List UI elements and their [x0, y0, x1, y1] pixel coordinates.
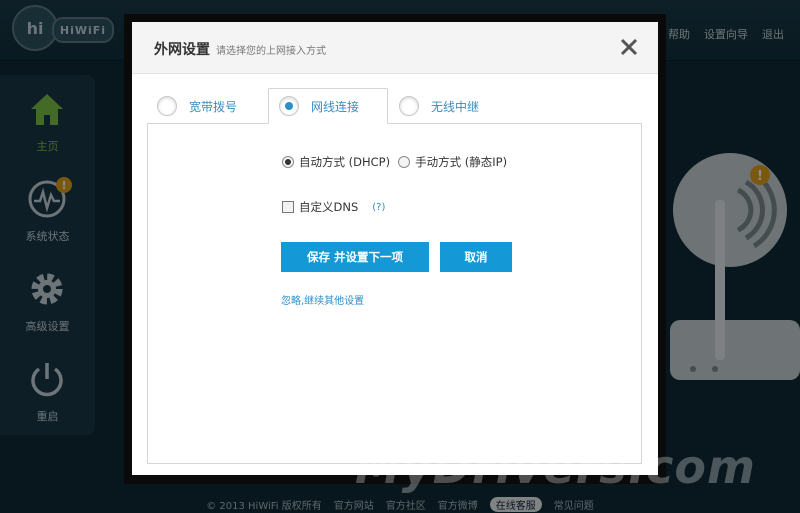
- tab-label: 无线中继: [431, 99, 480, 114]
- radio-icon: [399, 96, 419, 116]
- static-ip-label: 手动方式 (静态IP): [415, 155, 508, 169]
- radio-selected-icon: [279, 96, 299, 116]
- tab-cable[interactable]: 网线连接: [268, 88, 388, 124]
- dhcp-label: 自动方式 (DHCP): [299, 155, 391, 169]
- tab-label: 网线连接: [311, 99, 360, 114]
- ip-mode-options: 自动方式 (DHCP) 手动方式 (静态IP): [282, 154, 507, 170]
- radio-icon: [157, 96, 177, 116]
- custom-dns-row: 自定义DNS (?): [282, 199, 385, 215]
- tab-pppoe[interactable]: 宽带拨号: [157, 88, 257, 124]
- close-icon[interactable]: [618, 36, 640, 58]
- custom-dns-label: 自定义DNS: [299, 200, 359, 214]
- wan-settings-dialog: 外网设置 请选择您的上网接入方式 宽带拨号 网线连接 无线中继 自动方式 (DH…: [132, 22, 658, 475]
- tab-label: 宽带拨号: [189, 99, 238, 114]
- watermark: MyDrivers.com: [355, 440, 756, 494]
- static-ip-radio[interactable]: [398, 156, 411, 168]
- dialog-subtitle: 请选择您的上网接入方式: [216, 46, 326, 57]
- dialog-header: 外网设置 请选择您的上网接入方式: [132, 22, 658, 74]
- save-and-next-button[interactable]: 保存 并设置下一项: [281, 242, 429, 272]
- custom-dns-help-link[interactable]: (?): [372, 202, 385, 213]
- dialog-title: 外网设置: [154, 42, 210, 58]
- custom-dns-checkbox[interactable]: [282, 201, 294, 213]
- cancel-button[interactable]: 取消: [440, 242, 512, 272]
- tab-panel: 自动方式 (DHCP) 手动方式 (静态IP) 自定义DNS (?) 保存 并设…: [147, 123, 642, 464]
- tab-wireless-relay[interactable]: 无线中继: [399, 88, 509, 124]
- connection-type-tabs: 宽带拨号 网线连接 无线中继: [147, 88, 643, 124]
- skip-link[interactable]: 忽略,继续其他设置: [281, 292, 364, 307]
- dhcp-radio[interactable]: [282, 156, 294, 168]
